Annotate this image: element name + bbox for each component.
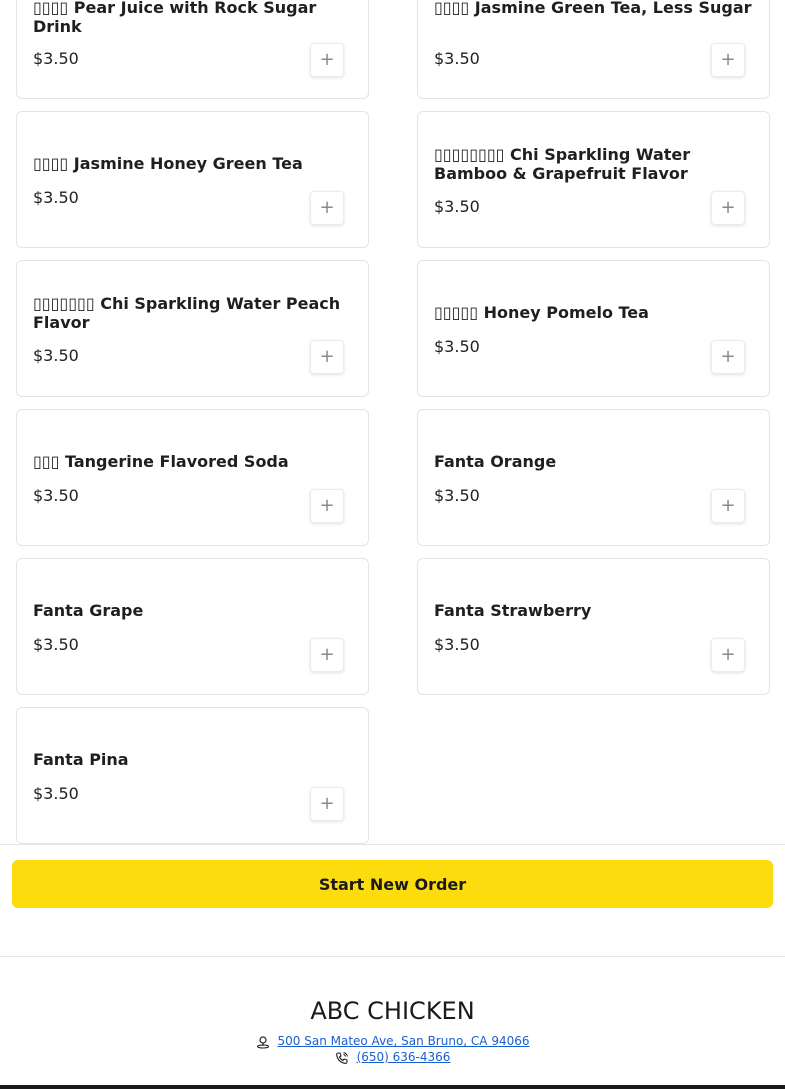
menu-item-card[interactable]: ▯▯▯▯▯▯▯▯ Chi Sparkling Water Bamboo & Gr…	[417, 111, 770, 248]
menu-item-price: $3.50	[434, 635, 480, 654]
restaurant-name: ABC CHICKEN	[310, 997, 475, 1025]
menu-item-name: ▯▯▯▯▯▯▯ Chi Sparkling Water Peach Flavor	[33, 294, 341, 332]
add-to-cart-button[interactable]: +	[711, 191, 745, 225]
phone-link[interactable]: (650) 636-4366	[357, 1050, 451, 1064]
menu-item-name: ▯▯▯▯▯ Honey Pomelo Tea	[434, 303, 649, 322]
add-to-cart-button[interactable]: +	[711, 489, 745, 523]
menu-item-card[interactable]: Fanta Grape $3.50 +	[16, 558, 369, 695]
add-to-cart-button[interactable]: +	[310, 787, 344, 821]
menu-item-price: $3.50	[434, 337, 480, 356]
add-to-cart-button[interactable]: +	[310, 340, 344, 374]
menu-item-name: ▯▯▯▯▯▯▯▯ Chi Sparkling Water Bamboo & Gr…	[434, 145, 691, 183]
menu-item-price: $3.50	[33, 49, 79, 68]
add-to-cart-button[interactable]: +	[310, 43, 344, 77]
add-to-cart-button[interactable]: +	[310, 638, 344, 672]
menu-item-card[interactable]: ▯▯▯▯▯ Honey Pomelo Tea $3.50 +	[417, 260, 770, 397]
menu-item-name: ▯▯▯ Tangerine Flavored Soda	[33, 452, 289, 471]
menu-item-card[interactable]: Fanta Pina $3.50 +	[16, 707, 369, 844]
phone-icon	[335, 1050, 349, 1064]
menu-item-card[interactable]: ▯▯▯▯▯▯▯ Chi Sparkling Water Peach Flavor…	[16, 260, 369, 397]
menu-item-name: ▯▯▯▯ Jasmine Honey Green Tea	[33, 154, 303, 173]
map-pin-icon	[256, 1034, 270, 1049]
menu-item-name: Fanta Grape	[33, 601, 144, 620]
bottom-bar	[0, 1085, 785, 1089]
add-to-cart-button[interactable]: +	[711, 43, 745, 77]
menu-item-card[interactable]: ▯▯▯▯ Jasmine Green Tea, Less Sugar $3.50…	[417, 0, 770, 99]
start-new-order-button[interactable]: Start New Order	[12, 860, 773, 908]
address-line: 500 San Mateo Ave, San Bruno, CA 94066	[0, 1034, 785, 1049]
add-to-cart-button[interactable]: +	[310, 489, 344, 523]
add-to-cart-button[interactable]: +	[711, 340, 745, 374]
menu-item-name: Fanta Pina	[33, 750, 129, 769]
menu-item-name: Fanta Orange	[434, 452, 557, 471]
menu-item-price: $3.50	[33, 635, 79, 654]
footer-divider	[0, 956, 785, 957]
menu-item-name: ▯▯▯▯ Pear Juice with Rock Sugar Drink	[33, 0, 317, 36]
menu-item-price: $3.50	[33, 346, 79, 365]
menu-item-price: $3.50	[434, 486, 480, 505]
menu-item-name: Fanta Strawberry	[434, 601, 592, 620]
menu-item-card[interactable]: Fanta Strawberry $3.50 +	[417, 558, 770, 695]
menu-item-price: $3.50	[434, 197, 480, 216]
menu-item-card[interactable]: Fanta Orange $3.50 +	[417, 409, 770, 546]
menu-item-price: $3.50	[33, 486, 79, 505]
menu-item-card[interactable]: ▯▯▯▯ Pear Juice with Rock Sugar Drink $3…	[16, 0, 369, 99]
menu-item-card[interactable]: ▯▯▯ Tangerine Flavored Soda $3.50 +	[16, 409, 369, 546]
add-to-cart-button[interactable]: +	[310, 191, 344, 225]
add-to-cart-button[interactable]: +	[711, 638, 745, 672]
menu-item-price: $3.50	[434, 49, 480, 68]
phone-line: (650) 636-4366	[0, 1050, 785, 1064]
address-link[interactable]: 500 San Mateo Ave, San Bruno, CA 94066	[278, 1034, 530, 1048]
menu-item-card[interactable]: ▯▯▯▯ Jasmine Honey Green Tea $3.50 +	[16, 111, 369, 248]
menu-item-name: ▯▯▯▯ Jasmine Green Tea, Less Sugar	[434, 0, 752, 17]
order-bar-divider	[0, 844, 785, 845]
menu-item-price: $3.50	[33, 188, 79, 207]
menu-item-price: $3.50	[33, 784, 79, 803]
